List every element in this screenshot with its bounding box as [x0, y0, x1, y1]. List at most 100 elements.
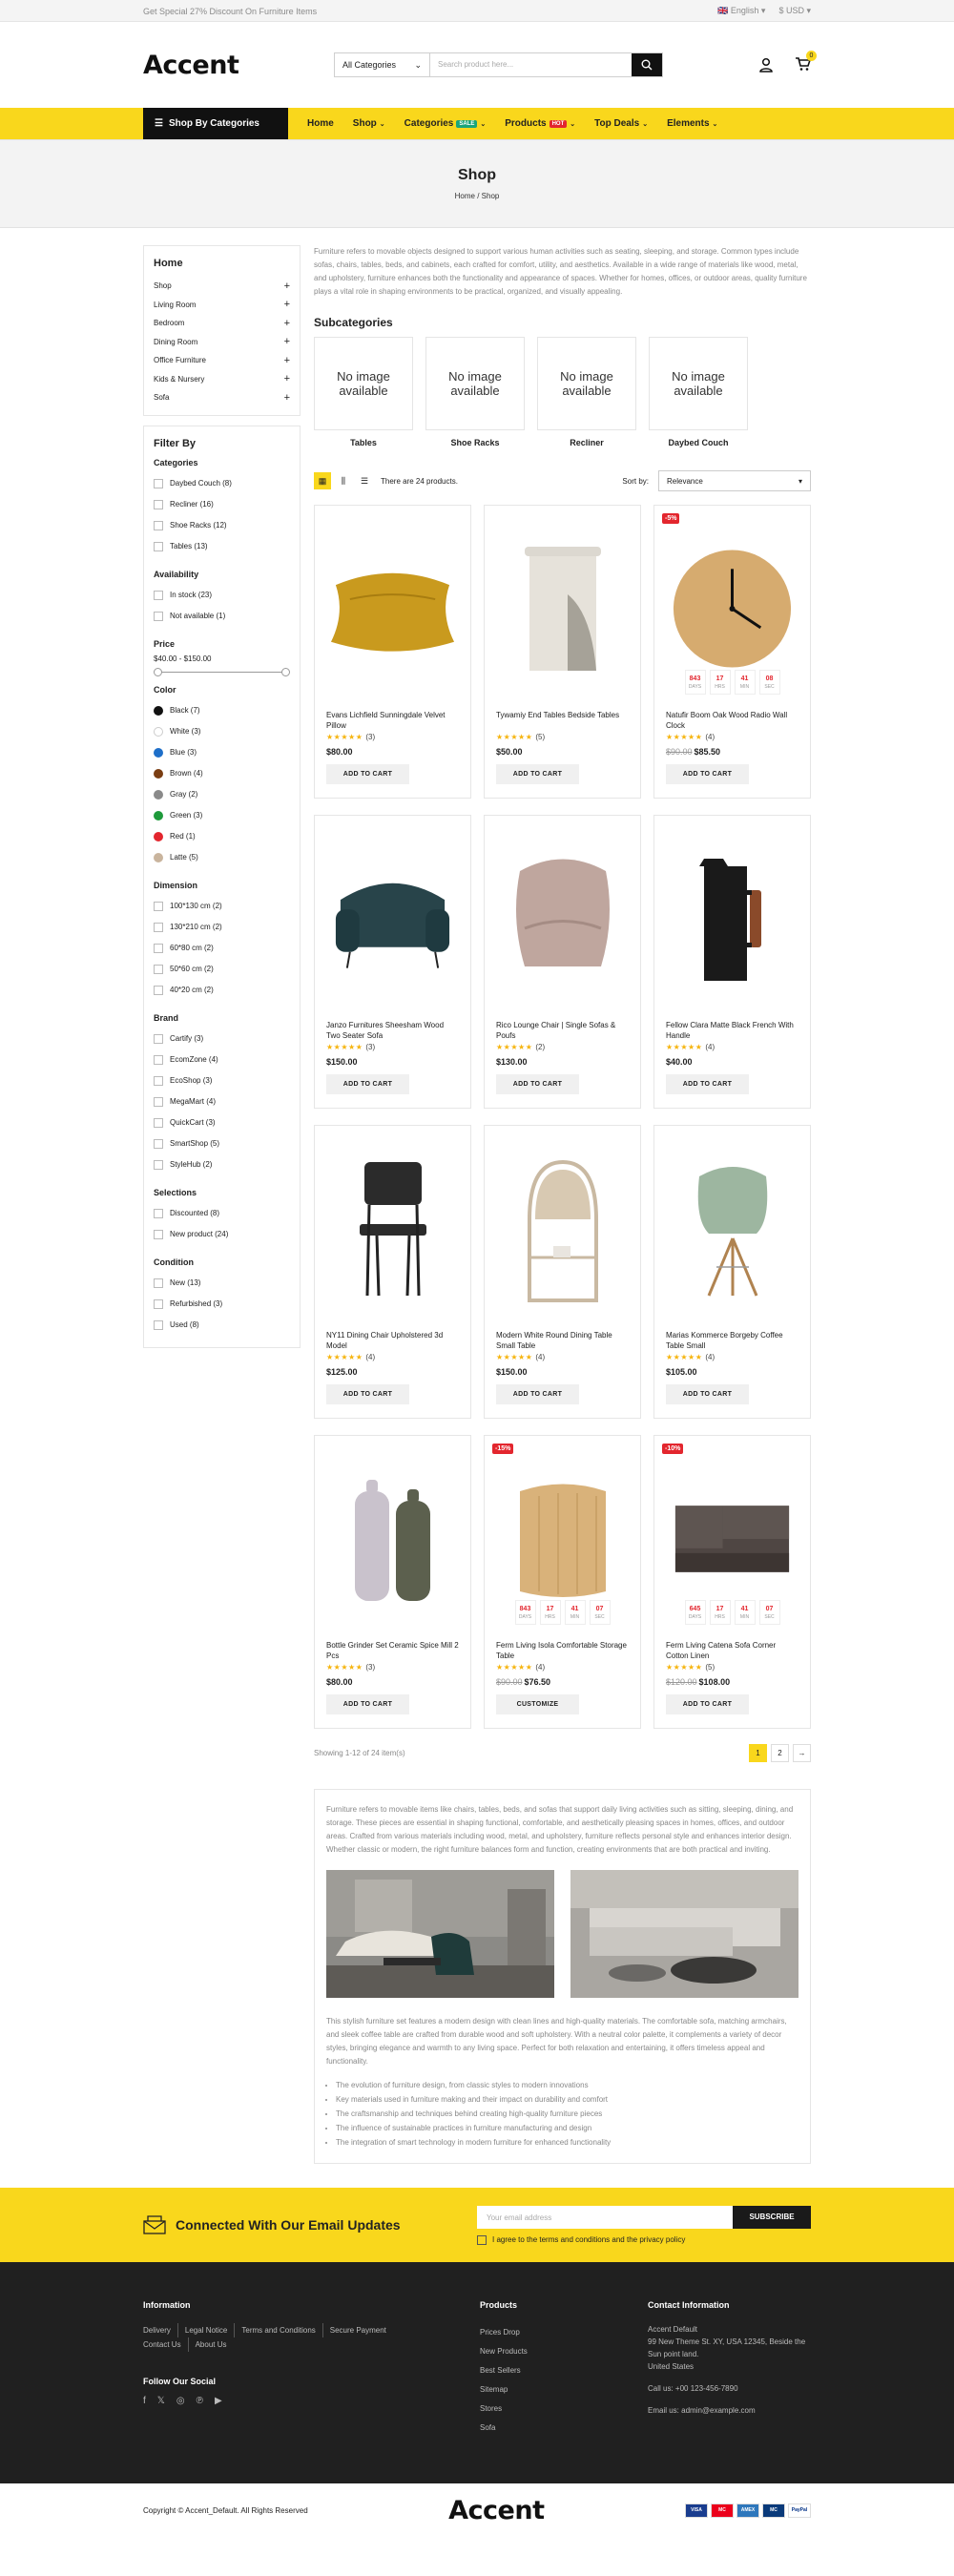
product-card[interactable]: Fellow Clara Matte Black French With Han… [653, 815, 811, 1109]
filter-brand[interactable]: Cartify (3) [154, 1028, 290, 1049]
category-tree-item[interactable]: Sofa + [154, 388, 290, 407]
subcategory-image-placeholder[interactable]: No image available [425, 337, 525, 430]
product-name[interactable]: Bottle Grinder Set Ceramic Spice Mill 2 … [326, 1640, 459, 1661]
filter-category[interactable]: Tables (13) [154, 536, 290, 557]
checkbox[interactable] [154, 499, 163, 509]
add-to-cart-button[interactable]: ADD TO CART [496, 1074, 579, 1094]
product-name[interactable]: Tywamiy End Tables Bedside Tables [496, 710, 629, 731]
page-1-button[interactable]: 1 [749, 1744, 767, 1762]
checkbox[interactable] [154, 964, 163, 974]
filter-category[interactable]: Recliner (16) [154, 494, 290, 515]
product-name[interactable]: Marias Kommerce Borgeby Coffee Table Sma… [666, 1330, 798, 1351]
nav-categories[interactable]: Categories SALE ⌄ [395, 118, 496, 129]
x-twitter-icon[interactable]: 𝕏 [157, 2396, 165, 2406]
language-selector[interactable]: 🇬🇧 English ▾ [717, 6, 765, 16]
price-slider-min-handle[interactable] [154, 667, 162, 676]
filter-dimension[interactable]: 60*80 cm (2) [154, 938, 290, 959]
color-swatch[interactable] [154, 852, 163, 862]
filter-dimension[interactable]: 130*210 cm (2) [154, 917, 290, 938]
subcategory-name[interactable]: Shoe Racks [425, 438, 525, 447]
filter-dimension[interactable]: 50*60 cm (2) [154, 959, 290, 980]
nav-elements[interactable]: Elements ⌄ [657, 118, 727, 129]
category-tree-item[interactable]: Bedroom + [154, 314, 290, 333]
product-name[interactable]: Fellow Clara Matte Black French With Han… [666, 1020, 798, 1041]
sort-select[interactable]: Relevance ▾ [658, 470, 811, 491]
price-slider-max-handle[interactable] [281, 667, 290, 676]
product-image[interactable] [666, 1133, 798, 1324]
cart-button[interactable]: 0 [795, 50, 817, 74]
nav-shop[interactable]: Shop ⌄ [343, 118, 395, 129]
filter-color[interactable]: Latte (5) [154, 847, 290, 868]
subcategory-card[interactable]: No image available Shoe Racks [425, 337, 525, 447]
filter-color[interactable]: Brown (4) [154, 763, 290, 784]
filter-brand[interactable]: StyleHub (2) [154, 1154, 290, 1175]
subcategory-card[interactable]: No image available Daybed Couch [649, 337, 748, 447]
filter-brand[interactable]: EcoShop (3) [154, 1070, 290, 1091]
footer-product-link[interactable]: Stores [480, 2399, 648, 2419]
plus-icon[interactable]: + [284, 280, 290, 292]
product-card[interactable]: Bottle Grinder Set Ceramic Spice Mill 2 … [314, 1435, 471, 1729]
product-image[interactable] [666, 823, 798, 1014]
product-image[interactable] [326, 1133, 459, 1324]
list-view-icon[interactable]: ☰ [356, 472, 373, 489]
checkbox[interactable] [154, 1208, 163, 1218]
checkbox[interactable] [154, 901, 163, 911]
product-card[interactable]: -10% 645 DAYS 17 HRS 41 MIN 07 SEC Ferm Living Ca… [653, 1435, 811, 1729]
filter-color[interactable]: Black (7) [154, 700, 290, 721]
footer-info-link[interactable]: Secure Payment [330, 2323, 393, 2337]
filter-brand[interactable]: QuickCart (3) [154, 1112, 290, 1133]
checkbox[interactable] [154, 1117, 163, 1128]
product-name[interactable]: Ferm Living Isola Comfortable Storage Ta… [496, 1640, 629, 1661]
filter-condition[interactable]: Refurbished (3) [154, 1294, 290, 1315]
product-name[interactable]: Ferm Living Catena Sofa Corner Cotton Li… [666, 1640, 798, 1661]
footer-product-link[interactable]: Sofa [480, 2419, 648, 2438]
category-select[interactable]: All Categories ⌄ [335, 53, 430, 76]
checkbox[interactable] [154, 1298, 163, 1309]
add-to-cart-button[interactable]: ADD TO CART [326, 1694, 409, 1714]
filter-brand[interactable]: EcomZone (4) [154, 1049, 290, 1070]
product-name[interactable]: Rico Lounge Chair | Single Sofas & Poufs [496, 1020, 629, 1041]
subcategory-image-placeholder[interactable]: No image available [537, 337, 636, 430]
filter-availability[interactable]: Not available (1) [154, 606, 290, 627]
pinterest-icon[interactable]: ℗ [197, 2396, 203, 2406]
checkbox[interactable] [154, 1096, 163, 1107]
checkbox[interactable] [154, 922, 163, 932]
filter-category[interactable]: Shoe Racks (12) [154, 515, 290, 536]
subcategory-name[interactable]: Daybed Couch [649, 438, 748, 447]
category-tree-item[interactable]: Shop + [154, 277, 290, 296]
filter-dimension[interactable]: 100*130 cm (2) [154, 896, 290, 917]
footer-info-link[interactable]: Legal Notice [185, 2323, 236, 2337]
product-card[interactable]: -5% 843 DAYS 17 HRS 41 MIN 08 SEC Natufir Boom Oa… [653, 505, 811, 799]
shop-by-categories-button[interactable]: ☰ Shop By Categories [143, 108, 288, 139]
contact-phone[interactable]: Call us: +00 123-456-7890 [648, 2382, 811, 2395]
plus-icon[interactable]: + [284, 373, 290, 384]
checkbox[interactable] [154, 478, 163, 488]
product-name[interactable]: Modern White Round Dining Table Small Ta… [496, 1330, 629, 1351]
category-tree-title[interactable]: Home [154, 258, 290, 269]
currency-selector[interactable]: $ USD ▾ [778, 6, 811, 16]
checkbox[interactable] [154, 1033, 163, 1044]
subcategory-card[interactable]: No image available Tables [314, 337, 413, 447]
nav-home[interactable]: Home [298, 118, 343, 129]
checkbox[interactable] [154, 1138, 163, 1149]
category-tree-item[interactable]: Office Furniture + [154, 351, 290, 370]
product-card[interactable]: Evans Lichfield Sunningdale Velvet Pillo… [314, 505, 471, 799]
subcategory-card[interactable]: No image available Recliner [537, 337, 636, 447]
logo[interactable]: Accent [143, 51, 334, 80]
color-swatch[interactable] [154, 810, 163, 821]
plus-icon[interactable]: + [284, 299, 290, 310]
category-tree-item[interactable]: Dining Room + [154, 333, 290, 352]
filter-color[interactable]: Green (3) [154, 805, 290, 826]
product-card[interactable]: NY11 Dining Chair Upholstered 3d Model ★★… [314, 1125, 471, 1419]
add-to-cart-button[interactable]: ADD TO CART [496, 1384, 579, 1404]
checkbox[interactable] [154, 541, 163, 551]
subscribe-button[interactable]: SUBSCRIBE [733, 2205, 811, 2229]
footer-product-link[interactable]: New Products [480, 2342, 648, 2361]
plus-icon[interactable]: + [284, 392, 290, 404]
add-to-cart-button[interactable]: ADD TO CART [666, 1694, 749, 1714]
add-to-cart-button[interactable]: ADD TO CART [326, 1074, 409, 1094]
color-swatch[interactable] [154, 768, 163, 779]
product-image[interactable]: -5% 843 DAYS 17 HRS 41 MIN 08 SEC [662, 513, 798, 704]
product-image[interactable] [496, 1133, 629, 1324]
color-swatch[interactable] [154, 726, 163, 737]
